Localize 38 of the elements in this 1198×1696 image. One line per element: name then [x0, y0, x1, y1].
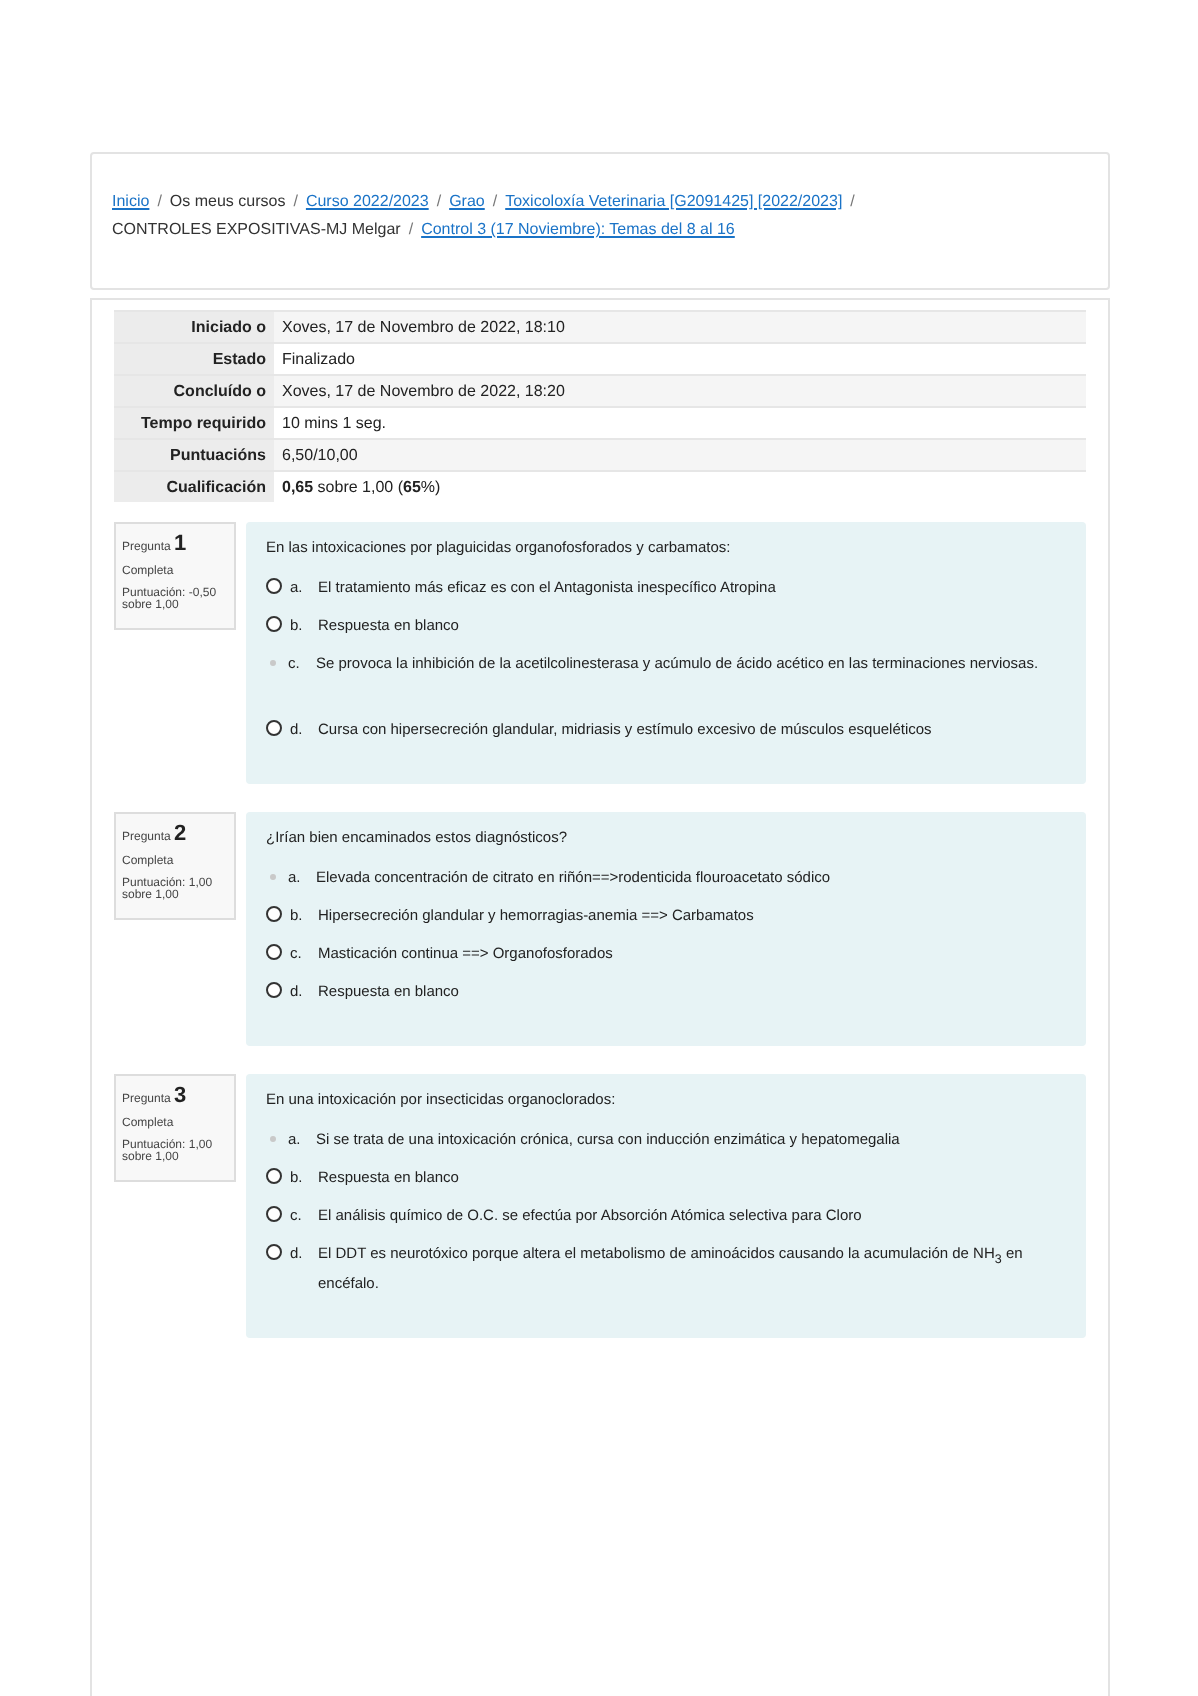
radio-button[interactable] [266, 1168, 282, 1184]
radio-button[interactable] [266, 944, 282, 960]
breadcrumb-text: CONTROLES EXPOSITIVAS-MJ Melgar [112, 218, 401, 242]
breadcrumb-text: Os meus cursos [169, 190, 286, 214]
breadcrumb-link[interactable]: Control 3 (17 Noviembre): Temas del 8 al 16 [421, 216, 735, 244]
summary-label: Iniciado o [114, 311, 274, 343]
breadcrumb-separator: / [157, 190, 162, 214]
breadcrumb-separator: / [436, 190, 442, 214]
radio-button[interactable] [266, 1244, 282, 1260]
radio-button[interactable] [266, 720, 282, 736]
breadcrumb-separator: / [492, 190, 498, 214]
radio-button[interactable] [266, 982, 282, 998]
radio-button[interactable] [270, 1136, 276, 1142]
radio-button[interactable] [266, 906, 282, 922]
summary-label: Estado [114, 343, 274, 375]
summary-value: Xoves, 17 de Novembro de 2022, 18:10 [274, 311, 1086, 343]
summary-label: Cualificación [114, 471, 274, 502]
breadcrumb-link[interactable]: Toxicoloxía Veterinaria [G2091425] [2022/2023] [505, 188, 843, 216]
breadcrumb-separator: / [293, 190, 298, 214]
summary-label: Tempo requirido [114, 407, 274, 439]
radio-button[interactable] [266, 616, 282, 632]
question-number: 2 [174, 822, 187, 846]
breadcrumb-link[interactable]: Curso 2022/2023 [305, 188, 429, 216]
radio-button[interactable] [270, 874, 276, 880]
radio-button[interactable] [266, 578, 282, 594]
radio-button[interactable] [270, 660, 276, 666]
summary-value: 6,50/10,00 [274, 439, 1086, 471]
summary-value: 0,65 sobre 1,00 (65%) [274, 471, 1086, 502]
question-number: 1 [174, 532, 187, 556]
summary-value: Xoves, 17 de Novembro de 2022, 18:20 [274, 375, 1086, 407]
radio-button[interactable] [266, 1206, 282, 1222]
summary-label: Concluído o [114, 375, 274, 407]
question-number: 3 [174, 1084, 187, 1108]
breadcrumb-separator: / [850, 190, 855, 214]
summary-label: Puntuacións [114, 439, 274, 471]
breadcrumb-separator: / [408, 218, 414, 242]
breadcrumb-link[interactable]: Grao [449, 188, 485, 216]
breadcrumb-link[interactable]: Inicio [112, 188, 150, 216]
